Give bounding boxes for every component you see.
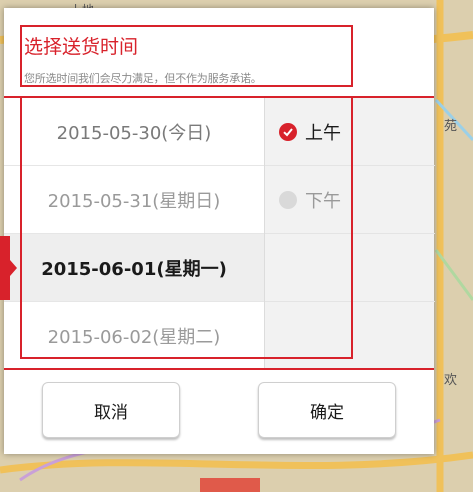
dialog-header: 选择送货时间 您所选时间我们会尽力满足，但不作为服务承诺。 (4, 8, 434, 96)
map-label-right-1: 苑 (444, 119, 457, 134)
confirm-button[interactable]: 确定 (258, 382, 396, 438)
cancel-button[interactable]: 取消 (42, 382, 180, 438)
date-option-selected[interactable]: 2015-06-01(星期一) (4, 234, 264, 302)
time-slot-option[interactable]: 上午 (265, 98, 435, 166)
date-option[interactable]: 2015-05-31(星期日) (4, 166, 264, 234)
unchecked-radio-icon (279, 190, 297, 209)
dialog-subtitle: 您所选时间我们会尽力满足，但不作为服务承诺。 (24, 72, 262, 85)
time-slot-list[interactable]: 上午 下午 (264, 98, 435, 370)
date-option-label: 2015-06-02(星期二) (47, 327, 221, 348)
date-option[interactable]: 2015-05-30(今日) (4, 98, 264, 166)
date-list[interactable]: 2015-05-30(今日) 2015-05-31(星期日) 2015-06-0… (4, 98, 264, 368)
time-slot-empty (265, 302, 435, 370)
map-label-right-2: 欢 (444, 373, 457, 388)
time-slot-empty (265, 234, 435, 302)
time-slot-option[interactable]: 下午 (265, 166, 435, 234)
checked-radio-icon (279, 122, 297, 141)
selection-indicator (0, 236, 17, 300)
date-option-label: 2015-06-01(星期一) (41, 258, 227, 280)
time-slot-label: 下午 (305, 190, 341, 212)
time-slot-label: 上午 (305, 122, 341, 144)
delivery-time-dialog: 选择送货时间 您所选时间我们会尽力满足，但不作为服务承诺。 2015-05-30… (0, 8, 435, 454)
footer-divider (4, 368, 434, 370)
dialog-title: 选择送货时间 (24, 36, 139, 58)
date-option-label: 2015-05-31(星期日) (47, 190, 221, 212)
date-option[interactable]: 2015-06-02(星期二) (4, 302, 264, 370)
date-option-label: 2015-05-30(今日) (56, 122, 212, 144)
